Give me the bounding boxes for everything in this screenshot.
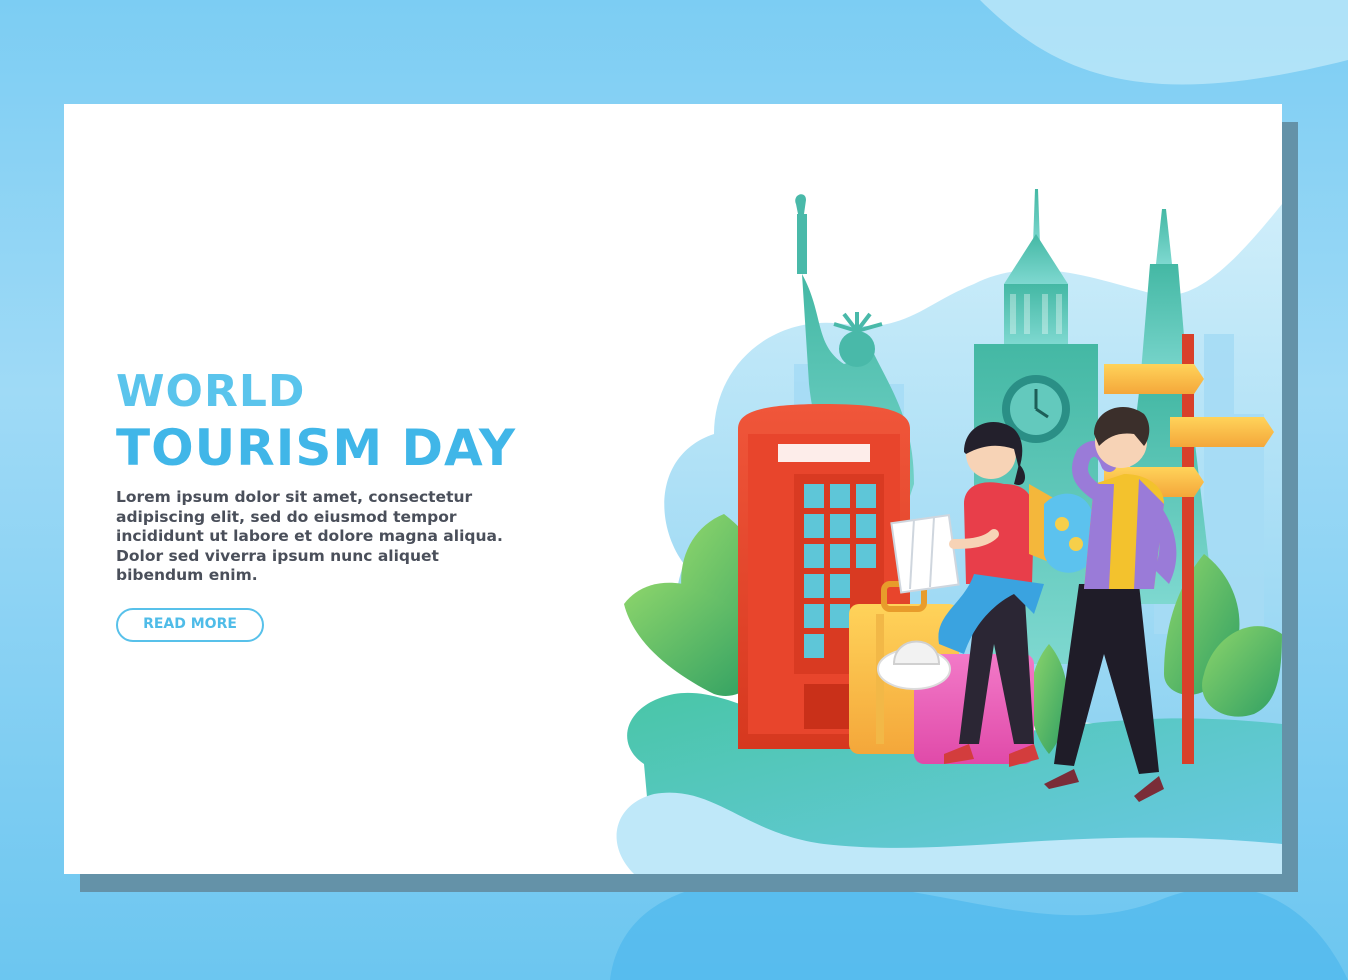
hero-description: Lorem ipsum dolor sit amet, consectetur …: [116, 488, 503, 584]
travel-illustration: [616, 189, 1282, 874]
title-line-world: WORLD: [116, 366, 306, 417]
title-line-tourism-day: TOURISM DAY: [116, 419, 517, 477]
hero-text: WORLD TOURISM DAY Lorem ipsum dolor sit …: [116, 366, 556, 642]
landing-card: WORLD TOURISM DAY Lorem ipsum dolor sit …: [64, 104, 1282, 874]
read-more-button[interactable]: READ MORE: [116, 607, 264, 642]
